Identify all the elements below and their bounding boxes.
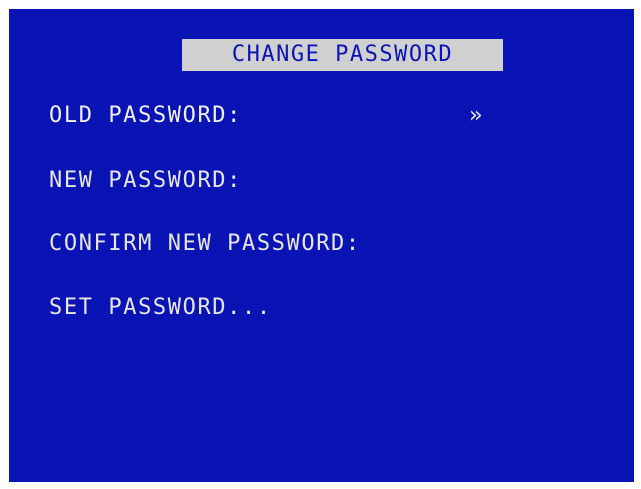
page-title: CHANGE PASSWORD xyxy=(182,39,503,71)
menu-item-confirm-new-password[interactable]: CONFIRM NEW PASSWORD: xyxy=(49,229,361,259)
menu-item-new-password[interactable]: NEW PASSWORD: xyxy=(49,166,242,196)
osd-screen: CHANGE PASSWORD OLD PASSWORD: » NEW PASS… xyxy=(9,9,634,482)
menu-item-set-password[interactable]: SET PASSWORD... xyxy=(49,293,272,323)
menu-item-old-password[interactable]: OLD PASSWORD: xyxy=(49,101,242,131)
selection-cursor-icon: » xyxy=(469,103,483,128)
